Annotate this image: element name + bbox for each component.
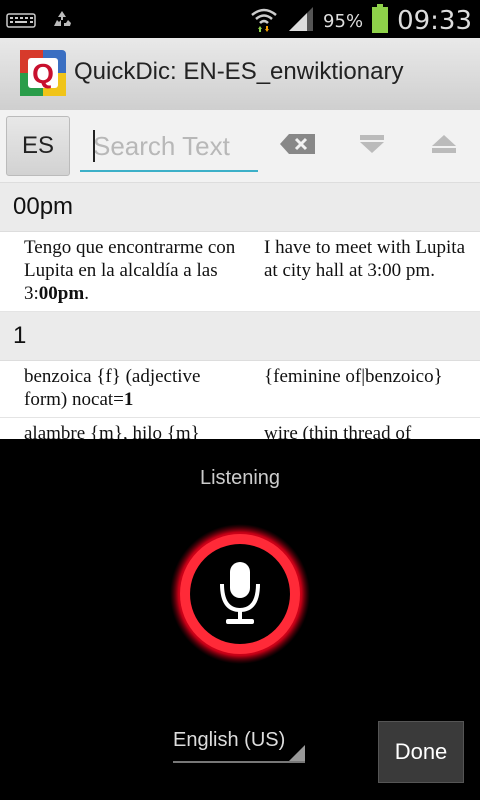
signal-icon [287,6,315,36]
language-select[interactable]: English (US) [173,727,305,763]
previous-result-button[interactable] [424,128,464,164]
app-icon-letter: Q [32,58,54,89]
wifi-icon [249,5,279,37]
entry-translation-text: wire (thin thread of [264,423,412,439]
microphone-button[interactable] [170,524,310,664]
app-logo-icon: Q [20,50,66,96]
language-select-value: English (US) [173,729,286,751]
language-toggle-button[interactable]: ES [6,116,70,176]
entry-source-text: benzoica {f} (adjective form) nocat=1 [24,366,201,410]
status-bar: 95% 09:33 [0,0,480,38]
recycle-icon [50,8,74,36]
section-header[interactable]: 1 [0,312,480,361]
search-input[interactable] [80,128,254,164]
text-cursor [93,130,95,162]
keyboard-icon [6,11,36,33]
search-toolbar: ES [0,110,480,183]
battery-icon [371,4,389,38]
list-item[interactable]: benzoica {f} (adjective form) nocat=1 {f… [0,361,480,418]
entry-source-text: Tengo que encontrarme con Lupita en la a… [24,237,236,304]
clear-search-button[interactable] [278,128,318,164]
entry-translation-text: I have to meet with Lupita at city hall … [264,237,466,281]
backspace-icon [279,132,317,160]
section-header[interactable]: 00pm [0,183,480,232]
list-item[interactable]: alambre {m}, hilo {m} wire (thin thread … [0,418,480,439]
dropdown-corner-icon [289,745,305,761]
results-list[interactable]: 00pm Tengo que encontrarme con Lupita en… [0,183,480,439]
listening-status: Listening [199,467,281,489]
arrow-down-icon [359,134,385,158]
section-heading: 1 [13,322,27,349]
done-button[interactable]: Done [378,721,464,783]
title-bar: Q QuickDic: EN-ES_enwiktionary [0,38,480,111]
voice-input-dialog: Listening English (US) Done [0,439,480,800]
arrow-up-icon [431,134,457,158]
app-title: QuickDic: EN-ES_enwiktionary [74,58,404,85]
list-item[interactable]: Tengo que encontrarme con Lupita en la a… [0,232,480,312]
battery-percent: 95% [323,10,364,32]
clock: 09:33 [397,6,472,36]
search-field[interactable] [80,124,258,172]
next-result-button[interactable] [352,128,392,164]
section-heading: 00pm [13,193,74,220]
entry-translation-text: {feminine of|benzoico} [264,366,443,387]
entry-source-text: alambre {m}, hilo {m} [24,423,200,439]
